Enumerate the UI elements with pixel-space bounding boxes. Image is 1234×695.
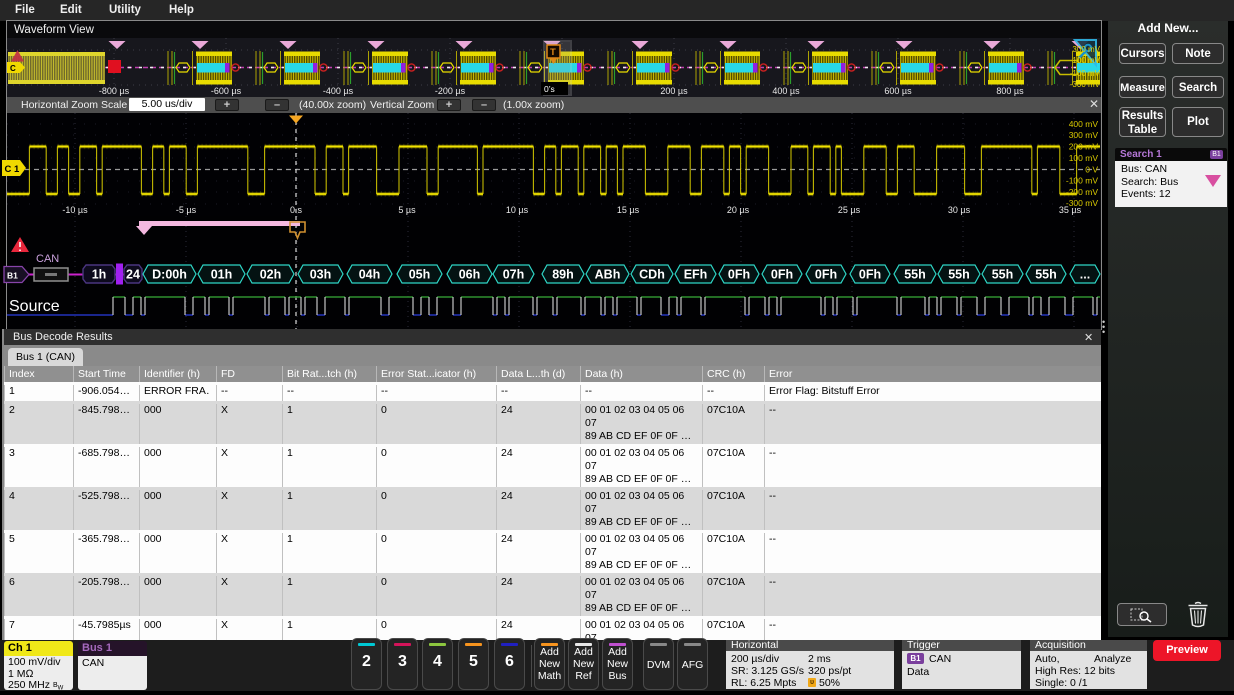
svg-text:55h: 55h — [904, 268, 926, 282]
svg-text:B1: B1 — [7, 271, 18, 281]
svg-text:0Fh: 0Fh — [815, 268, 837, 282]
svg-text:55h: 55h — [1035, 268, 1057, 282]
svg-text:-400 µs: -400 µs — [323, 86, 354, 96]
svg-text:300 mV: 300 mV — [1069, 130, 1099, 140]
svg-text:-600 µs: -600 µs — [211, 86, 242, 96]
svg-text:0Fh: 0Fh — [859, 268, 881, 282]
svg-text:800 µs: 800 µs — [996, 86, 1024, 96]
svg-text:200 mV: 200 mV — [1069, 142, 1099, 152]
svg-text:0Fh: 0Fh — [728, 268, 750, 282]
svg-text:06h: 06h — [459, 268, 481, 282]
svg-text:-200 mV: -200 mV — [1066, 187, 1098, 197]
svg-text:-300 mV: -300 mV — [1070, 80, 1100, 89]
svg-text:1h: 1h — [92, 268, 107, 282]
svg-text:25 µs: 25 µs — [838, 205, 861, 215]
svg-text:05h: 05h — [409, 268, 431, 282]
svg-text:07h: 07h — [503, 268, 525, 282]
svg-text:20 µs: 20 µs — [727, 205, 750, 215]
svg-text:30 µs: 30 µs — [948, 205, 971, 215]
svg-text:5 µs: 5 µs — [398, 205, 416, 215]
svg-text:100 mV: 100 mV — [1072, 56, 1100, 65]
svg-text:0 s: 0 s — [290, 205, 303, 215]
svg-text:ABh: ABh — [595, 268, 621, 282]
svg-text:Source: Source — [9, 298, 60, 315]
svg-text:400 µs: 400 µs — [772, 86, 800, 96]
svg-text:89h: 89h — [552, 268, 574, 282]
svg-text:03h: 03h — [310, 268, 332, 282]
svg-text:0 V: 0 V — [1085, 165, 1098, 175]
svg-text:EFh: EFh — [684, 268, 708, 282]
svg-text:CAN: CAN — [36, 253, 59, 265]
svg-text:0’s: 0’s — [544, 84, 555, 94]
svg-text:D:00h: D:00h — [152, 268, 187, 282]
svg-text:-5 µs: -5 µs — [176, 205, 197, 215]
svg-text:C 1: C 1 — [5, 164, 21, 175]
svg-text:CDh: CDh — [639, 268, 665, 282]
svg-text:-200 µs: -200 µs — [435, 86, 466, 96]
svg-text:100 mV: 100 mV — [1069, 153, 1099, 163]
svg-text:15 µs: 15 µs — [617, 205, 640, 215]
svg-text:200 µs: 200 µs — [660, 86, 688, 96]
svg-text:55h: 55h — [992, 268, 1014, 282]
svg-text:0Fh: 0Fh — [771, 268, 793, 282]
svg-text:-800 µs: -800 µs — [99, 86, 130, 96]
svg-text:55h: 55h — [948, 268, 970, 282]
svg-text:C: C — [10, 64, 16, 73]
svg-text:400 mV: 400 mV — [1069, 119, 1099, 129]
svg-text:02h: 02h — [260, 268, 282, 282]
svg-text:T: T — [550, 47, 556, 58]
svg-text:...: ... — [1080, 268, 1090, 282]
svg-text:01h: 01h — [211, 268, 233, 282]
svg-text:-100 mV: -100 mV — [1070, 69, 1100, 78]
svg-text:600 µs: 600 µs — [884, 86, 912, 96]
svg-text:24: 24 — [126, 268, 140, 282]
svg-text:-100 mV: -100 mV — [1066, 176, 1098, 186]
svg-text:300 mV: 300 mV — [1072, 45, 1100, 54]
svg-text:-10 µs: -10 µs — [62, 205, 88, 215]
svg-text:35 µs: 35 µs — [1059, 205, 1082, 215]
svg-text:04h: 04h — [359, 268, 381, 282]
svg-text:10 µs: 10 µs — [506, 205, 529, 215]
